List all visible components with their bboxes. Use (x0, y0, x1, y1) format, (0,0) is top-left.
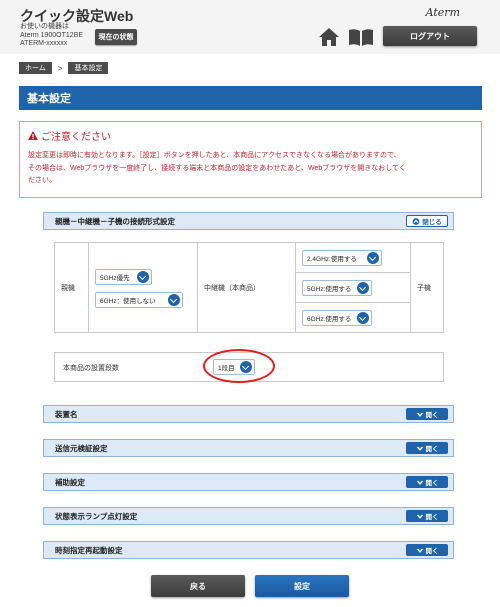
collapse-label: 閉じる (422, 219, 442, 226)
section-connection-title: 親機－中継機－子機の接続形式設定 (55, 216, 175, 226)
breadcrumb-current: 基本設定 (68, 62, 109, 74)
notice-line-1: 設定変更は即時に有効となります。［設定］ボタンを押したあと、本商品にアクセスでき… (28, 152, 401, 159)
section-source-verification: 送信元検証設定 開く (43, 439, 454, 457)
model-label: お使いの機器は (20, 23, 69, 30)
parent-band-select[interactable]: 5GHz優先 (95, 269, 152, 285)
repeater-6ghz-select[interactable]: 6GHz:使用する (302, 310, 372, 326)
section-title: 送信元検証設定 (55, 443, 108, 453)
collapse-button[interactable]: 閉じる (406, 215, 448, 227)
install-stage-label: 本商品の設置段数 (63, 365, 119, 372)
section-title: 装置名 (55, 409, 78, 419)
expand-button[interactable]: 開く (406, 510, 448, 522)
connection-table: 親機 5GHz優先 6GHz：使用しない 中継機（本商品） 2.4GHz:使用す… (54, 242, 444, 333)
home-icon[interactable] (318, 27, 340, 47)
repeater-5ghz-select[interactable]: 5GHz:使用する (302, 280, 372, 296)
parent-settings-cell: 5GHz優先 6GHz：使用しない (89, 243, 198, 332)
chevron-down-icon (416, 548, 423, 553)
section-scheduled-reboot: 時刻指定再起動設定 開く (43, 541, 454, 559)
chevron-down-icon (137, 271, 149, 283)
status-button[interactable]: 現在の状態 (95, 29, 137, 45)
header: クイック設定Web お使いの機器は Aterm 1900OT12BE ATERM… (0, 0, 500, 54)
expand-button[interactable]: 開く (406, 476, 448, 488)
section-auxiliary: 補助設定 開く (43, 473, 454, 491)
section-title: 状態表示ランプ点灯設定 (55, 511, 138, 521)
parent-band-value: 5GHz優先 (100, 275, 130, 282)
chevron-down-icon (416, 446, 423, 451)
expand-label: 開く (425, 480, 439, 487)
notice-text: 設定変更は即時に有効となります。［設定］ボタンを押したあと、本商品にアクセスでき… (28, 150, 473, 188)
device-id: ATERM-xxxxxx (20, 40, 68, 47)
expand-label: 開く (425, 446, 439, 453)
chevron-down-icon (416, 480, 423, 485)
breadcrumb: ホーム > 基本設定 (19, 62, 109, 74)
expand-label: 開く (425, 548, 439, 555)
chevron-down-icon (168, 294, 180, 306)
expand-button[interactable]: 開く (406, 442, 448, 454)
notice-title: ご注意ください (41, 132, 111, 143)
section-device-name: 装置名 開く (43, 405, 454, 423)
section-title: 補助設定 (55, 477, 85, 487)
expand-label: 開く (425, 514, 439, 521)
repeater-6ghz-value: 6GHz:使用する (307, 316, 352, 323)
notice-box: ご注意ください 設定変更は即時に有効となります。［設定］ボタンを押したあと、本商… (19, 121, 482, 198)
parent-label: 親機 (55, 243, 89, 332)
chevron-down-icon (357, 282, 369, 294)
page-title: 基本設定 (19, 86, 482, 110)
row-divider (296, 302, 410, 303)
chevron-down-icon (357, 312, 369, 324)
repeater-5ghz-value: 5GHz:使用する (307, 286, 352, 293)
model-name: Aterm 1900OT12BE (20, 31, 84, 39)
warning-icon (28, 131, 38, 140)
back-button[interactable]: 戻る (151, 575, 245, 597)
section-title: 時刻指定再起動設定 (55, 545, 123, 555)
expand-label: 開く (425, 412, 439, 419)
section-status-lamp: 状態表示ランプ点灯設定 開く (43, 507, 454, 525)
parent-6ghz-select[interactable]: 6GHz：使用しない (95, 292, 183, 308)
breadcrumb-home[interactable]: ホーム (19, 62, 52, 74)
repeater-24ghz-select[interactable]: 2.4GHz:使用する (302, 250, 382, 266)
repeater-label: 中継機（本商品） (198, 243, 296, 332)
model-info: お使いの機器は Aterm 1900OT12BE ATERM-xxxxxx (20, 23, 83, 49)
row-divider (296, 272, 410, 273)
expand-button[interactable]: 開く (406, 408, 448, 420)
highlight-circle (203, 349, 275, 383)
chevron-up-icon (412, 217, 420, 225)
logout-button[interactable]: ログアウト (383, 26, 477, 46)
repeater-24ghz-value: 2.4GHz:使用する (307, 256, 357, 263)
notice-header: ご注意ください (28, 128, 473, 143)
set-button[interactable]: 設定 (255, 575, 349, 597)
child-label: 子機 (417, 284, 431, 292)
chevron-down-icon (367, 252, 379, 264)
notice-line-3: ださい。 (28, 177, 56, 184)
breadcrumb-separator: > (57, 63, 63, 73)
expand-button[interactable]: 開く (406, 544, 448, 556)
repeater-settings-cell: 2.4GHz:使用する 5GHz:使用する 6GHz:使用する (296, 243, 411, 332)
brand-logo: Aterm (425, 6, 460, 19)
notice-line-2: その場合は、Webブラウザを一度終了し、接続する端末と本商品の設定をあわせたあと… (28, 164, 406, 172)
chevron-down-icon (416, 412, 423, 417)
section-connection-type: 親機－中継機－子機の接続形式設定 閉じる (43, 212, 454, 230)
chevron-down-icon (416, 514, 423, 519)
manual-book-icon[interactable] (348, 27, 374, 47)
parent-6ghz-value: 6GHz：使用しない (100, 298, 156, 305)
